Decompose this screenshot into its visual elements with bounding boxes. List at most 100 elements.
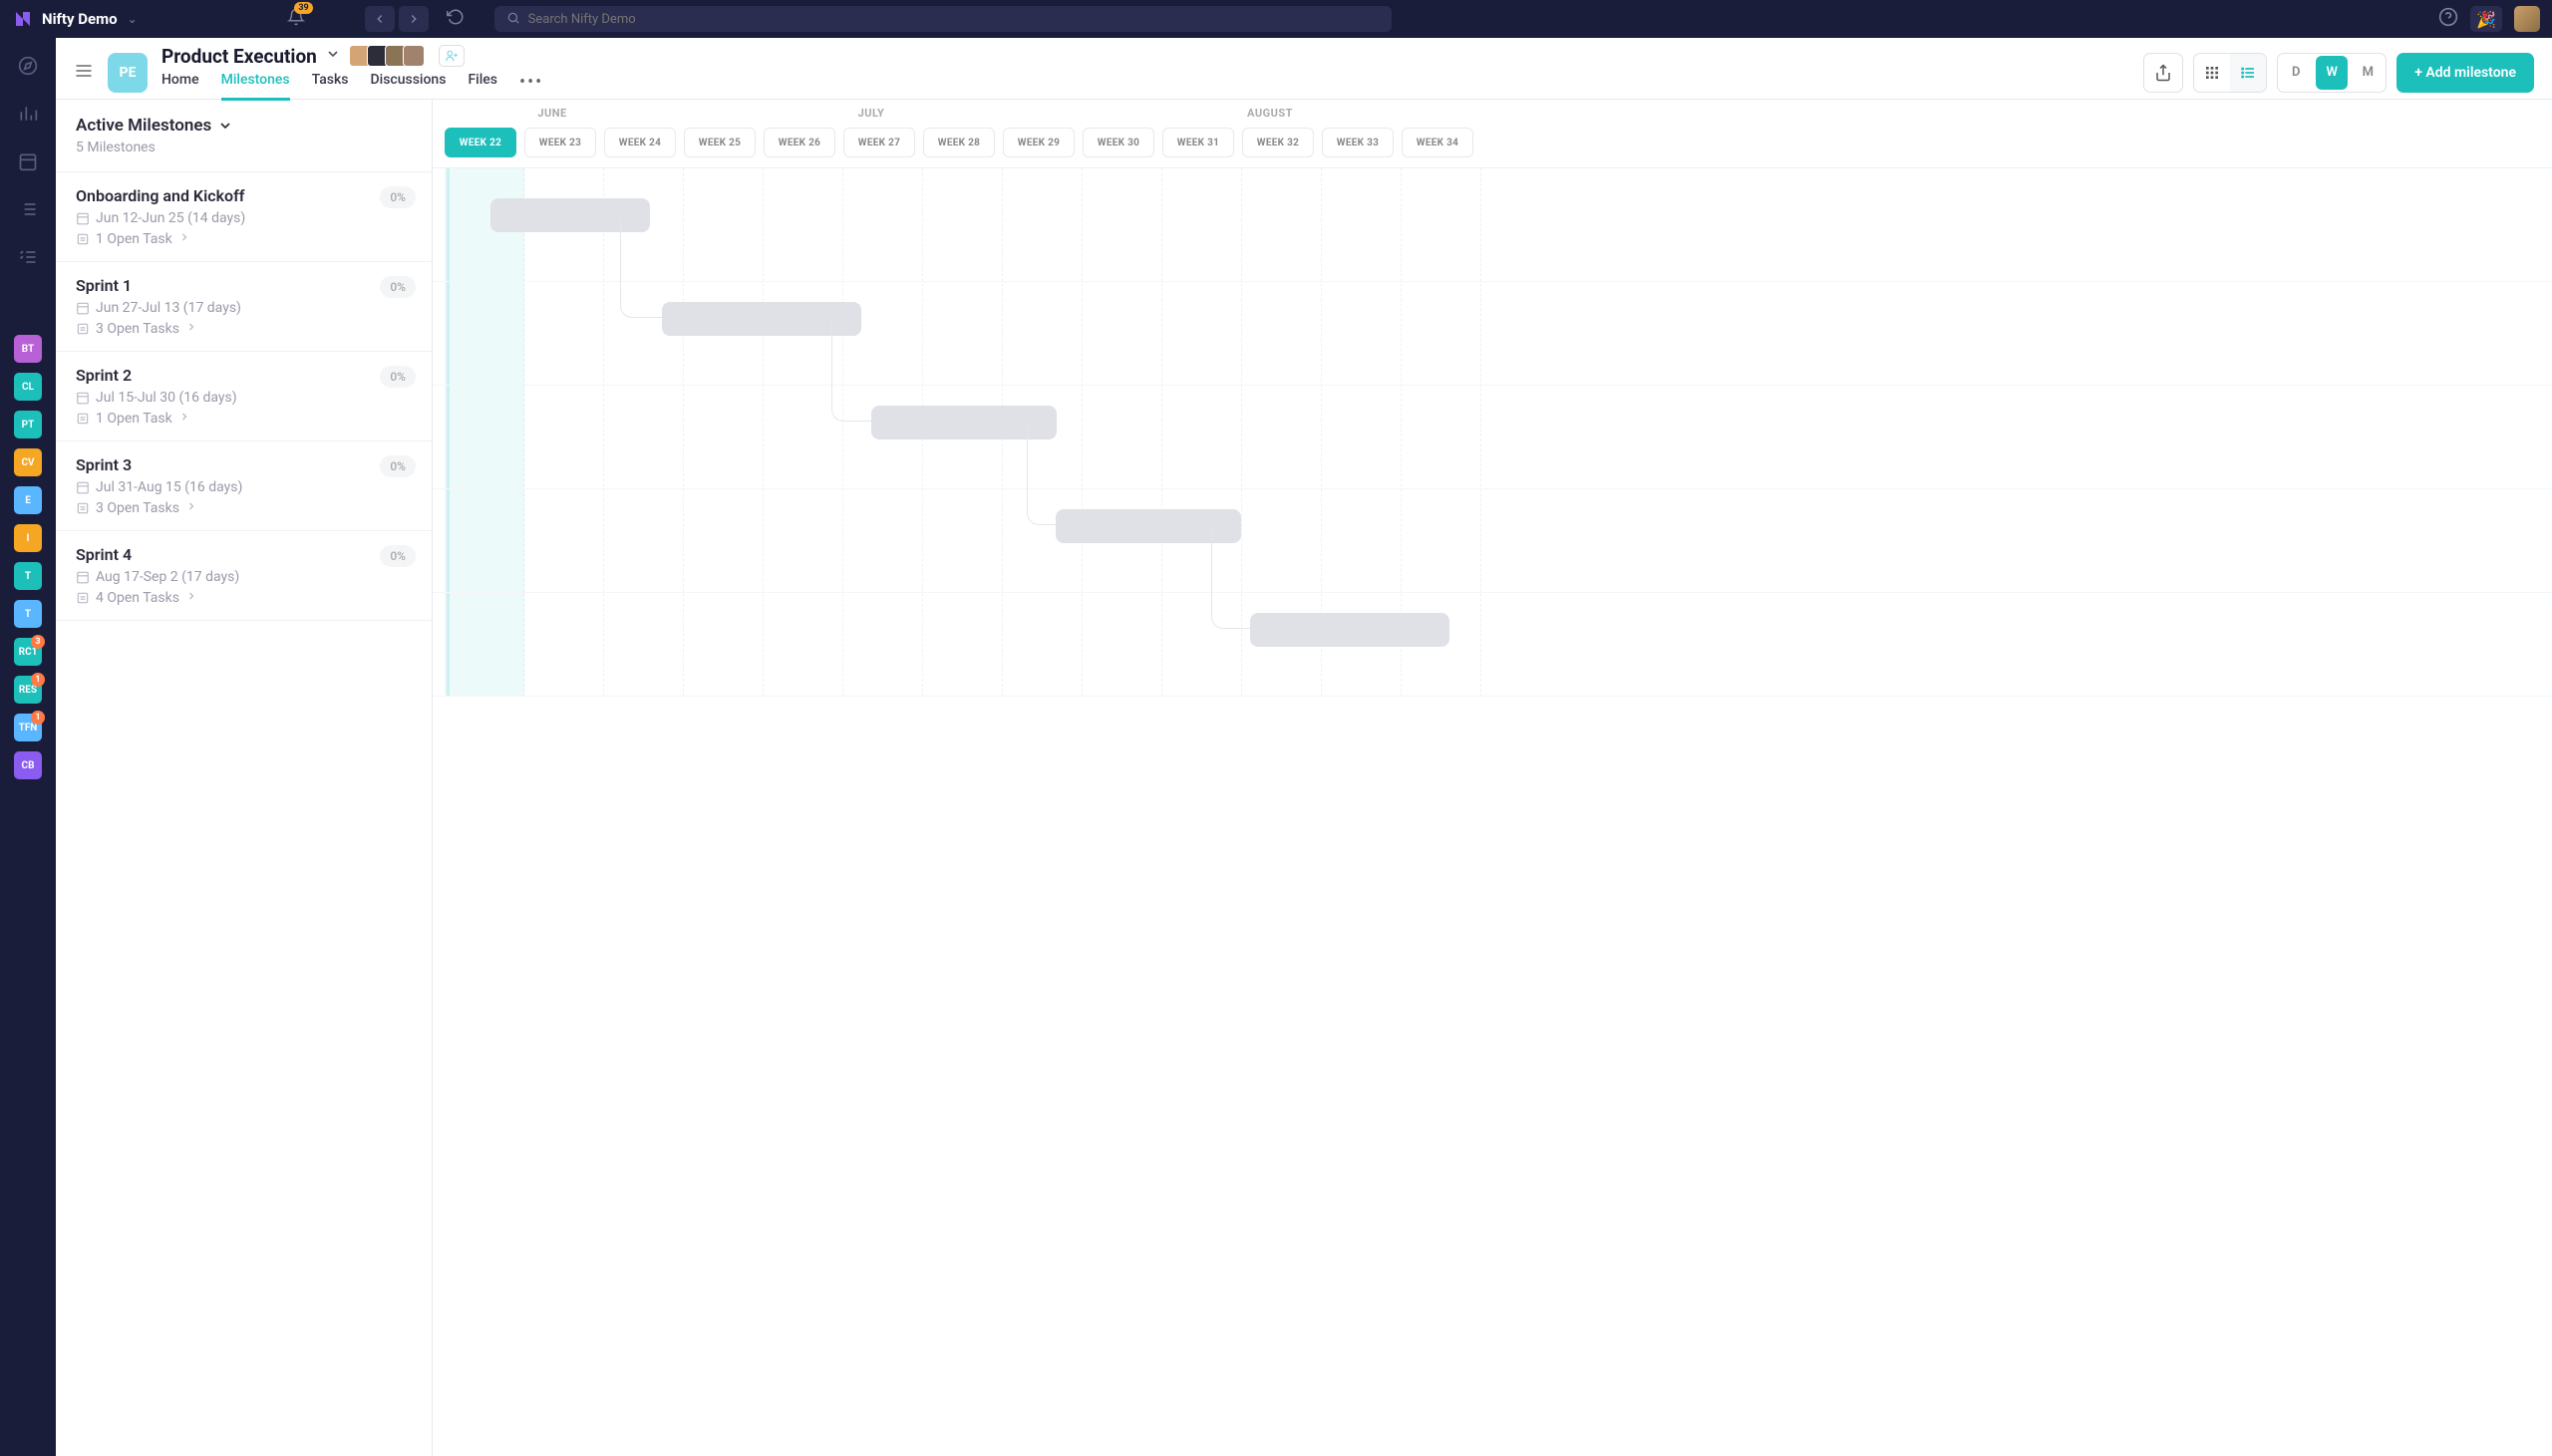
user-avatar[interactable]: [2514, 6, 2540, 32]
milestone-item[interactable]: Sprint 4Aug 17-Sep 2 (17 days)4 Open Tas…: [56, 531, 432, 621]
milestone-dates: Jun 12-Jun 25 (14 days): [76, 210, 412, 226]
chevron-right-icon: [185, 500, 197, 516]
milestone-item[interactable]: Sprint 1Jun 27-Jul 13 (17 days)3 Open Ta…: [56, 262, 432, 352]
chart-icon[interactable]: [18, 104, 38, 128]
list-icon[interactable]: [18, 199, 38, 223]
badge-count: 1: [31, 673, 45, 687]
chevron-down-icon: [217, 118, 233, 134]
milestone-title: Sprint 1: [76, 276, 412, 295]
gantt-chart[interactable]: JUNEJULYAUGUST WEEK 22WEEK 23WEEK 24WEEK…: [433, 100, 2552, 1456]
milestone-item[interactable]: Sprint 3Jul 31-Aug 15 (16 days)3 Open Ta…: [56, 441, 432, 531]
project-badge-bt[interactable]: BT: [14, 335, 42, 363]
week-chip[interactable]: WEEK 31: [1162, 128, 1234, 157]
zoom-week[interactable]: W: [2316, 56, 2348, 90]
search-input[interactable]: [528, 12, 1380, 27]
history-button[interactable]: [447, 8, 465, 30]
project-badge: PE: [108, 53, 148, 93]
chevron-down-icon[interactable]: [325, 46, 341, 66]
add-milestone-button[interactable]: + Add milestone: [2396, 53, 2534, 93]
milestone-tasks[interactable]: 3 Open Tasks: [76, 321, 412, 337]
project-badge-cb[interactable]: CB: [14, 751, 42, 779]
milestone-dates: Jul 31-Aug 15 (16 days): [76, 479, 412, 495]
milestone-percent: 0%: [380, 276, 416, 298]
milestone-sidebar: Active Milestones 5 Milestones Onboardin…: [56, 100, 433, 1456]
tasks-icon[interactable]: [18, 247, 38, 271]
list-view-button[interactable]: [2230, 54, 2266, 92]
milestone-tasks[interactable]: 3 Open Tasks: [76, 500, 412, 516]
add-member-button[interactable]: [439, 45, 465, 67]
nav-forward-button[interactable]: [399, 6, 429, 32]
week-chip[interactable]: WEEK 25: [684, 128, 756, 157]
milestone-percent: 0%: [380, 545, 416, 567]
week-chip[interactable]: WEEK 27: [843, 128, 915, 157]
gantt-bar[interactable]: [1250, 613, 1449, 647]
calendar-icon[interactable]: [18, 151, 38, 175]
badge-count: 1: [31, 711, 45, 725]
celebrate-button[interactable]: 🎉: [2470, 6, 2502, 32]
project-badge-e[interactable]: E: [14, 486, 42, 514]
zoom-month[interactable]: M: [2350, 54, 2386, 92]
compass-icon[interactable]: [18, 56, 38, 80]
view-toggle: [2193, 53, 2267, 93]
chevron-right-icon: [185, 321, 197, 337]
week-chip[interactable]: WEEK 32: [1242, 128, 1314, 157]
milestone-tasks[interactable]: 4 Open Tasks: [76, 590, 412, 606]
workspace-name: Nifty Demo: [42, 10, 118, 28]
chevron-down-icon: ⌄: [128, 12, 138, 26]
week-chip[interactable]: WEEK 28: [923, 128, 995, 157]
project-badge-cv[interactable]: CV: [14, 448, 42, 476]
milestone-percent: 0%: [380, 366, 416, 388]
milestone-item[interactable]: Sprint 2Jul 15-Jul 30 (16 days)1 Open Ta…: [56, 352, 432, 441]
project-title[interactable]: Product Execution: [161, 45, 317, 68]
project-badge-i[interactable]: I: [14, 524, 42, 552]
search-bar[interactable]: [494, 6, 1392, 32]
tab-discussions[interactable]: Discussions: [371, 72, 447, 101]
tab-home[interactable]: Home: [161, 72, 199, 101]
nifty-logo-icon: [12, 8, 34, 30]
share-button[interactable]: [2143, 53, 2183, 93]
milestone-percent: 0%: [380, 455, 416, 477]
week-chip[interactable]: WEEK 30: [1083, 128, 1154, 157]
nav-back-button[interactable]: [365, 6, 395, 32]
workspace-switcher[interactable]: Nifty Demo ⌄: [12, 8, 138, 30]
member-avatars[interactable]: [353, 45, 425, 67]
gantt-row: [433, 282, 2552, 386]
milestone-dates: Aug 17-Sep 2 (17 days): [76, 569, 412, 585]
hamburger-icon[interactable]: [74, 61, 94, 85]
week-chip[interactable]: WEEK 26: [764, 128, 835, 157]
grid-view-button[interactable]: [2194, 54, 2230, 92]
milestone-title: Onboarding and Kickoff: [76, 186, 412, 205]
project-badge-t[interactable]: T: [14, 562, 42, 590]
week-chip[interactable]: WEEK 29: [1003, 128, 1075, 157]
week-chip[interactable]: WEEK 23: [524, 128, 596, 157]
tab-more[interactable]: •••: [519, 72, 543, 101]
project-badge-t[interactable]: T: [14, 600, 42, 628]
notification-count: 39: [294, 2, 312, 14]
search-icon: [506, 10, 520, 29]
week-chip[interactable]: WEEK 33: [1322, 128, 1394, 157]
zoom-day[interactable]: D: [2278, 54, 2314, 92]
sidebar-title[interactable]: Active Milestones: [76, 116, 412, 136]
chevron-right-icon: [185, 590, 197, 606]
week-chip[interactable]: WEEK 34: [1402, 128, 1473, 157]
month-label: AUGUST: [1071, 107, 1469, 120]
notifications-button[interactable]: 39: [287, 8, 305, 30]
project-badge-cl[interactable]: CL: [14, 373, 42, 401]
project-badge-rc1[interactable]: RC13: [14, 638, 42, 666]
tab-tasks[interactable]: Tasks: [312, 72, 349, 101]
chevron-right-icon: [178, 411, 190, 427]
milestone-item[interactable]: Onboarding and Kickoff Jun 12-Jun 25 (14 …: [56, 171, 432, 262]
dependency-line: [1027, 426, 1056, 525]
project-badge-pt[interactable]: PT: [14, 411, 42, 438]
help-button[interactable]: [2438, 7, 2458, 31]
week-chip[interactable]: WEEK 24: [604, 128, 676, 157]
project-badge-res[interactable]: RES1: [14, 676, 42, 704]
tab-milestones[interactable]: Milestones: [221, 72, 290, 101]
milestone-tasks[interactable]: 1 Open Task: [76, 231, 412, 247]
week-chip[interactable]: WEEK 22: [445, 128, 516, 157]
tab-files[interactable]: Files: [468, 72, 497, 101]
project-badge-tfn[interactable]: TFN1: [14, 714, 42, 741]
gantt-row: [433, 489, 2552, 593]
milestone-tasks[interactable]: 1 Open Task: [76, 411, 412, 427]
sidebar-subtitle: 5 Milestones: [76, 140, 412, 155]
